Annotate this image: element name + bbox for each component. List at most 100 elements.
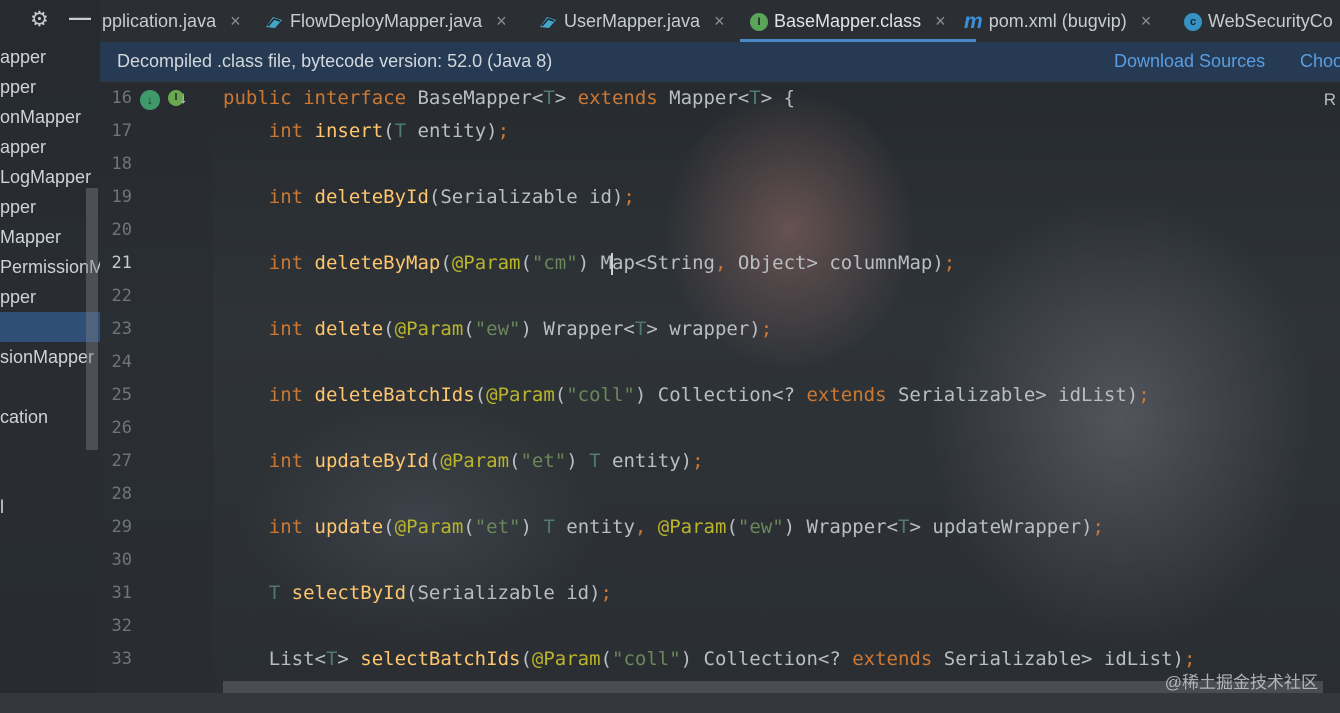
code-token: ) bbox=[566, 450, 590, 472]
code-token: ( bbox=[520, 252, 532, 274]
tab-label: WebSecurityCo bbox=[1208, 11, 1333, 31]
tab-label: pplication.java bbox=[102, 11, 217, 31]
watermark: @稀土掘金技术社区 bbox=[1164, 673, 1318, 692]
code-token: selectBatchIds bbox=[360, 648, 521, 670]
code-line[interactable]: int deleteById(Serializable id); bbox=[223, 181, 635, 214]
tab-basemapper-class[interactable]: I BaseMapper.class × bbox=[740, 0, 976, 42]
line-number: 18 bbox=[111, 154, 132, 174]
arrow-down-icon[interactable]: ↓ bbox=[179, 88, 188, 108]
project-tree-item[interactable] bbox=[0, 312, 100, 342]
code-token: BaseMapper< bbox=[417, 87, 544, 109]
code-token: , bbox=[714, 252, 738, 274]
horizontal-scrollbar[interactable] bbox=[223, 681, 1323, 693]
project-tree-item[interactable]: onMapper bbox=[0, 102, 100, 132]
close-icon[interactable]: × bbox=[714, 11, 725, 31]
code-token: ( bbox=[463, 318, 475, 340]
project-tree-item[interactable]: pper bbox=[0, 72, 100, 102]
code-token: insert bbox=[314, 120, 384, 142]
code-line[interactable]: int update(@Param("et") T entity, @Param… bbox=[223, 511, 1104, 544]
code-line[interactable]: int updateById(@Param("et") T entity); bbox=[223, 445, 704, 478]
line-number: 27 bbox=[111, 451, 132, 471]
line-number: 21 bbox=[111, 253, 132, 273]
code-line[interactable]: int deleteBatchIds(@Param("coll") Collec… bbox=[223, 379, 1150, 412]
project-tree-item[interactable]: cation bbox=[0, 402, 100, 432]
project-panel-toolbar: ⚙ — bbox=[0, 0, 100, 42]
code-token: ; bbox=[943, 252, 956, 274]
code-token: T bbox=[898, 516, 910, 538]
tab-flowdeploymapper-java[interactable]: FlowDeployMapper.java × bbox=[264, 0, 507, 40]
code-line[interactable]: public interface BaseMapper<T> extends M… bbox=[223, 82, 795, 115]
project-tree-item[interactable] bbox=[0, 552, 100, 582]
project-tree-item[interactable]: LogMapper bbox=[0, 162, 100, 192]
project-tree-item[interactable] bbox=[0, 372, 100, 402]
project-tree-item[interactable]: apper bbox=[0, 42, 100, 72]
tab-application-java[interactable]: pplication.java × bbox=[102, 0, 241, 40]
code-token: T bbox=[543, 516, 555, 538]
download-sources-link[interactable]: Download Sources bbox=[1114, 42, 1265, 81]
code-token: ( bbox=[474, 384, 487, 406]
project-tree-item[interactable]: Mapper bbox=[0, 222, 100, 252]
code-token: T bbox=[394, 120, 407, 142]
implemented-by-icon[interactable]: ↓ bbox=[140, 90, 160, 110]
code-token: > updateWrapper) bbox=[909, 516, 1093, 538]
java-file-icon bbox=[266, 17, 282, 29]
close-icon[interactable]: × bbox=[230, 11, 241, 31]
code-token: ) bbox=[520, 516, 544, 538]
line-number: 16 bbox=[111, 88, 132, 108]
project-tree-item[interactable]: pper bbox=[0, 282, 100, 312]
close-icon[interactable]: × bbox=[496, 11, 507, 31]
project-tree-item[interactable] bbox=[0, 642, 100, 672]
code-editor[interactable]: public interface BaseMapper<T> extends M… bbox=[223, 82, 1323, 682]
project-tree-item[interactable] bbox=[0, 612, 100, 642]
project-tree-item[interactable] bbox=[0, 522, 100, 552]
editor-tab-bar: pplication.java × FlowDeployMapper.java × … bbox=[100, 0, 1340, 42]
code-token: int bbox=[268, 450, 315, 472]
tab-usermapper-java[interactable]: UserMapper.java × bbox=[538, 0, 725, 40]
code-token: int bbox=[268, 384, 315, 406]
code-line[interactable]: int delete(@Param("ew") Wrapper<T> wrapp… bbox=[223, 313, 772, 346]
close-icon[interactable]: × bbox=[1141, 11, 1152, 31]
code-line[interactable]: int deleteByMap(@Param("cm") Map<String,… bbox=[223, 247, 955, 280]
project-tree-item[interactable]: l bbox=[0, 492, 100, 522]
minimize-icon[interactable]: — bbox=[69, 6, 91, 30]
code-token: "et" bbox=[520, 450, 567, 472]
tab-websecurityconfig[interactable]: c WebSecurityCo bbox=[1184, 0, 1333, 40]
close-icon[interactable]: × bbox=[935, 11, 946, 31]
code-token: Object> columnMap) bbox=[737, 252, 944, 274]
project-tree-item[interactable] bbox=[0, 432, 100, 462]
gear-icon[interactable]: ⚙ bbox=[30, 8, 49, 32]
code-token: int bbox=[268, 318, 315, 340]
code-token: extends bbox=[577, 87, 670, 109]
tab-pom-xml[interactable]: m pom.xml (bugvip) × bbox=[964, 0, 1151, 40]
code-token: ) Collection<? bbox=[680, 648, 853, 670]
editor-gutter: 16 17 18 19 20 21 22 23 24 25 26 27 28 29 30 31 32 33 ↓ I… bbox=[100, 82, 213, 692]
code-token: T bbox=[325, 648, 338, 670]
code-line[interactable]: T selectById(Serializable id); bbox=[223, 577, 612, 610]
code-token: ( bbox=[554, 384, 567, 406]
decompiled-notice-banner: Decompiled .class file, bytecode version… bbox=[100, 42, 1340, 82]
project-tree-item[interactable]: pper bbox=[0, 192, 100, 222]
code-line[interactable]: int insert(T entity); bbox=[223, 115, 509, 148]
code-token: > { bbox=[760, 87, 796, 109]
line-number: 25 bbox=[111, 385, 132, 405]
maven-icon: m bbox=[964, 10, 983, 34]
code-token: ; bbox=[760, 318, 773, 340]
project-tree-item[interactable] bbox=[0, 462, 100, 492]
code-token: List< bbox=[223, 648, 326, 670]
code-token: @Param bbox=[394, 516, 464, 538]
line-number: 24 bbox=[111, 352, 132, 372]
choose-sources-link[interactable]: Choo bbox=[1300, 42, 1340, 81]
code-token: updateById bbox=[314, 450, 429, 472]
code-token: "ew" bbox=[737, 516, 784, 538]
code-token: ) Wrapper< bbox=[783, 516, 899, 538]
project-tree-item[interactable]: sionMapper bbox=[0, 342, 100, 372]
project-panel-scrollbar[interactable] bbox=[86, 188, 98, 450]
code-line[interactable]: List<T> selectBatchIds(@Param("coll") Co… bbox=[223, 643, 1196, 676]
code-token: @Param bbox=[657, 516, 727, 538]
project-tree-item[interactable]: apper bbox=[0, 132, 100, 162]
reader-mode-toggle[interactable]: R bbox=[1324, 90, 1336, 110]
project-tree-item[interactable]: PermissionM bbox=[0, 252, 100, 282]
project-tree-item[interactable] bbox=[0, 582, 100, 612]
